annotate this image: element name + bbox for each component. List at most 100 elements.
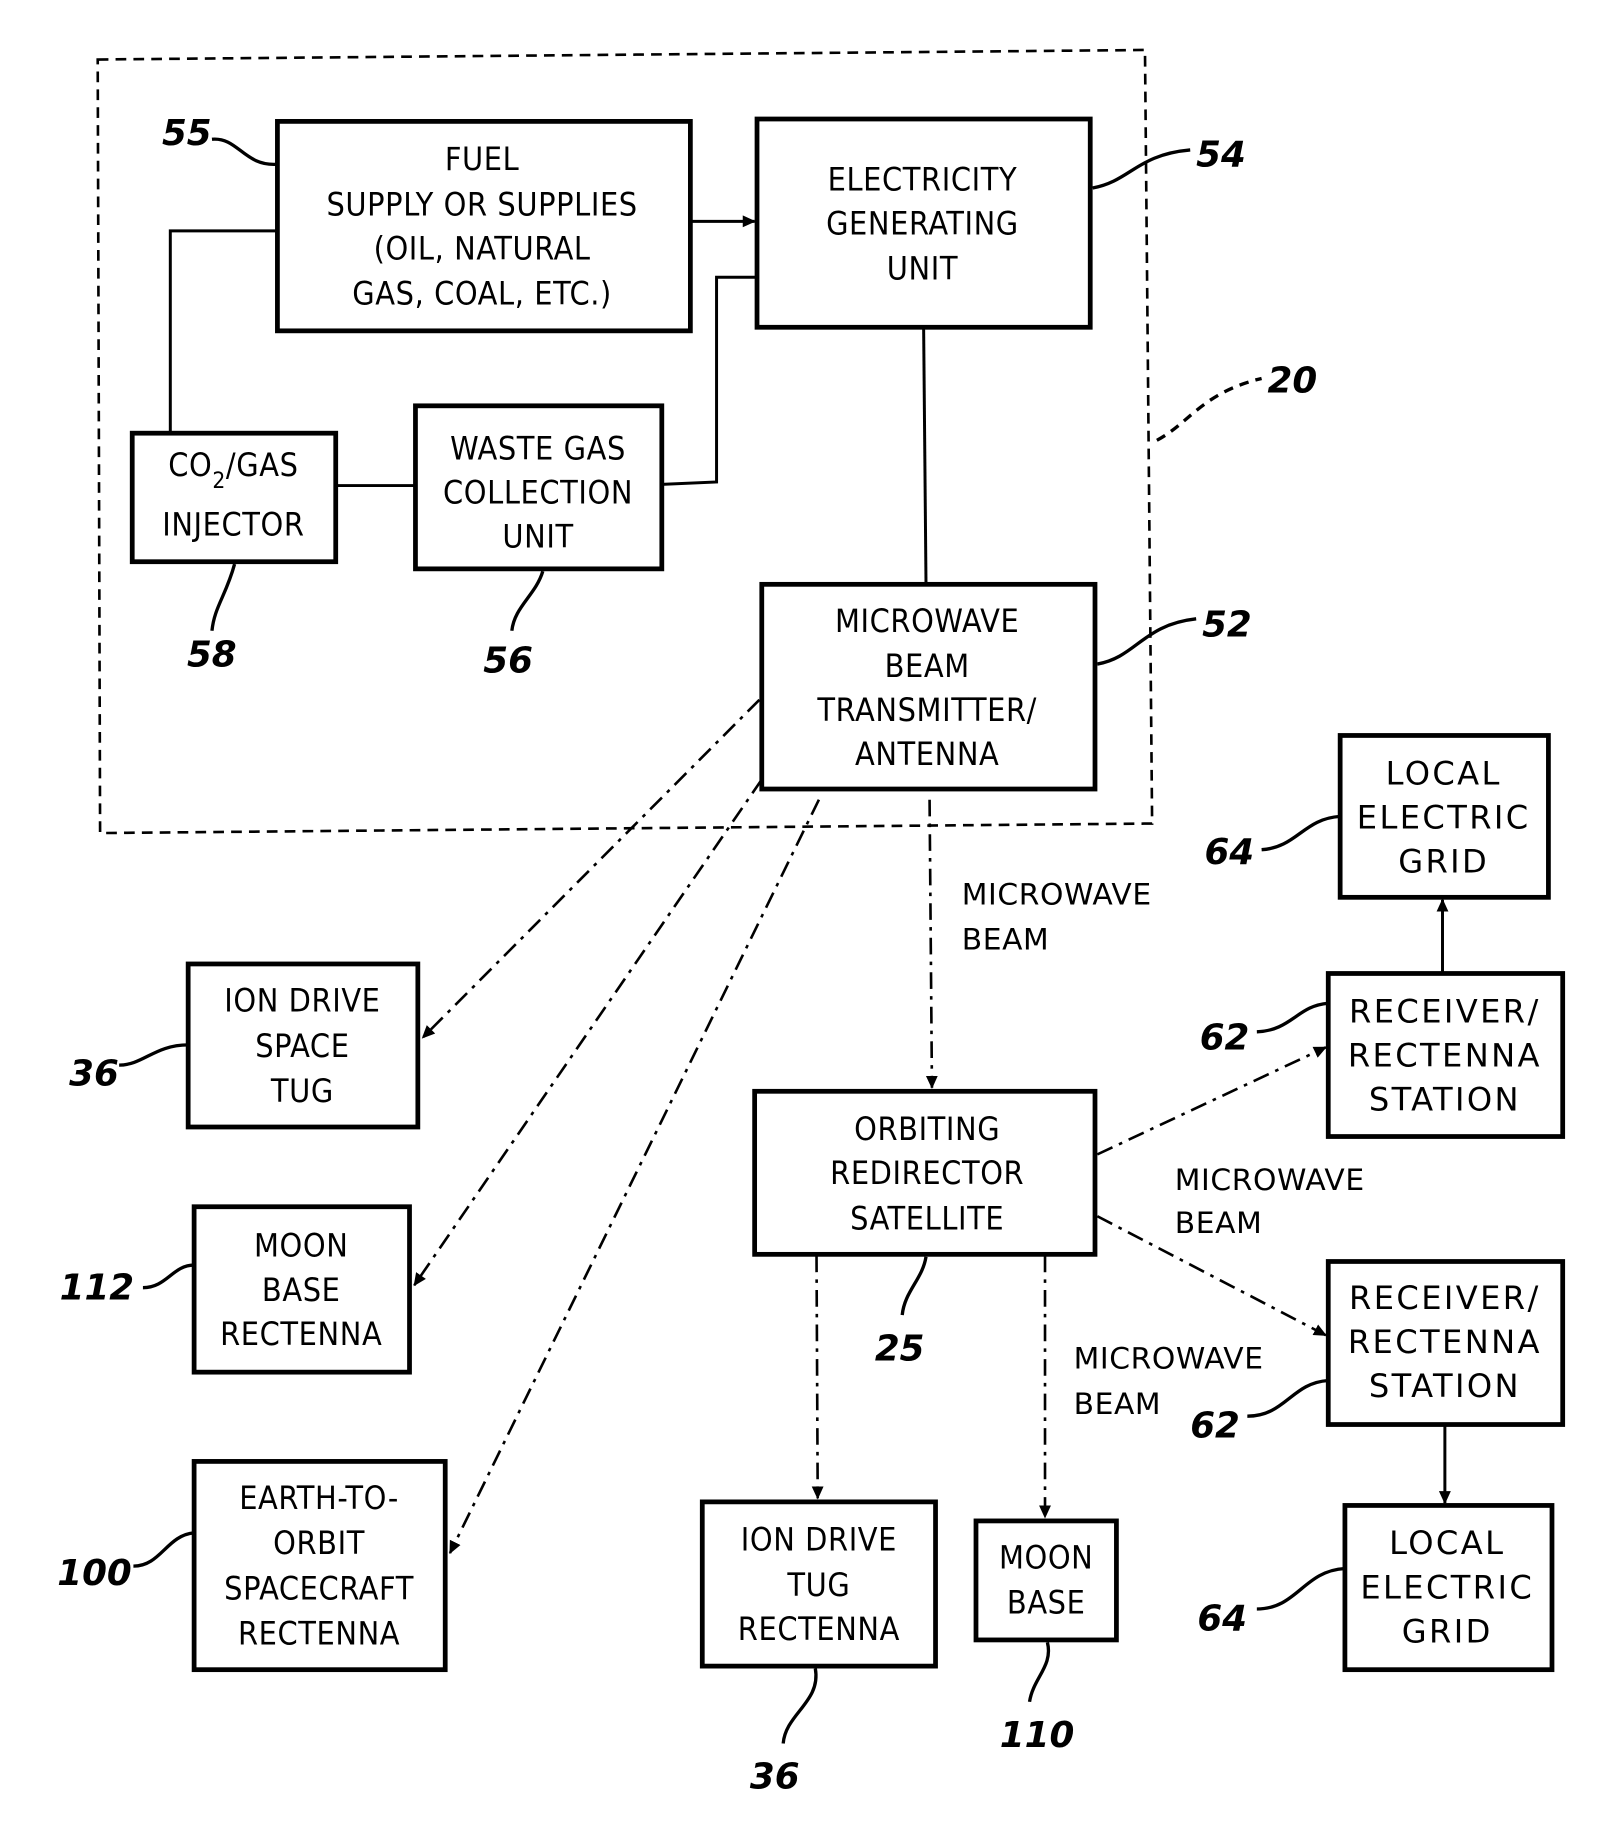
annotation-beam-to-satellite-line-2: BEAM	[962, 923, 1050, 958]
ref-number-58: 58	[187, 634, 237, 675]
beam-to-satellite	[925, 799, 938, 1089]
grid-bottom-line-1: LOCAL	[1389, 1524, 1505, 1562]
ref-number-55: 55	[162, 113, 212, 154]
ref-number-36-tug-rectenna: 36	[750, 1757, 800, 1798]
station-bottom-line-2: RECTENNA	[1348, 1323, 1542, 1361]
leader-line-112	[142, 1263, 195, 1290]
leader-line-54	[1092, 148, 1191, 190]
leader-line-20	[1156, 376, 1262, 442]
block-orbiting-redirector-satellite: ORBITING REDIRECTOR SATELLITE	[752, 1088, 1098, 1257]
eto-line-3: SPACECRAFT	[224, 1569, 414, 1607]
beam-to-tug-rectenna	[811, 1255, 824, 1500]
fuel-supply-line-2: SUPPLY OR SUPPLIES	[326, 185, 637, 223]
connector-egu-to-transmitter	[922, 327, 928, 585]
satellite-line-1: ORBITING	[854, 1110, 1000, 1148]
block-fuel-supply: FUEL SUPPLY OR SUPPLIES (OIL, NATURAL GA…	[275, 119, 693, 334]
tug-rectenna-line-3: RECTENNA	[738, 1610, 900, 1648]
eto-line-2: ORBIT	[273, 1524, 365, 1562]
ref-number-52: 52	[1202, 605, 1252, 646]
ref-number-110: 110	[1000, 1715, 1074, 1756]
block-microwave-beam-transmitter: MICROWAVE BEAM TRANSMITTER/ ANTENNA	[759, 581, 1098, 792]
ref-number-54: 54	[1196, 135, 1246, 176]
leader-line-110	[1027, 1641, 1051, 1703]
block-waste-gas-collection-unit: WASTE GAS COLLECTION UNIT	[413, 403, 665, 572]
egu-line-2: GENERATING	[826, 204, 1019, 242]
space-tug-line-2: SPACE	[255, 1027, 349, 1065]
transmitter-line-3: TRANSMITTER/	[816, 691, 1037, 729]
ref-number-20: 20	[1268, 361, 1318, 402]
station-bottom-line-1: RECEIVER/	[1349, 1279, 1541, 1317]
ref-number-112: 112	[60, 1268, 135, 1309]
block-ion-drive-tug-rectenna: ION DRIVE TUG RECTENNA	[699, 1499, 938, 1669]
station-bottom-line-3: STATION	[1369, 1367, 1521, 1405]
moon-base-rectenna-line-1: MOON	[254, 1227, 348, 1265]
satellite-line-2: REDIRECTOR	[830, 1154, 1024, 1192]
waste-gas-line-2: COLLECTION	[443, 473, 633, 511]
waste-gas-line-1: WASTE GAS	[450, 429, 626, 467]
moon-base-rectenna-line-2: BASE	[262, 1271, 341, 1309]
egu-line-1: ELECTRICITY	[828, 160, 1018, 198]
leader-line-25	[900, 1256, 928, 1316]
leader-line-52	[1097, 617, 1197, 666]
beam-to-moon-base-rectenna	[413, 778, 763, 1287]
annotation-beam-to-moon-base-line-1: MICROWAVE	[1074, 1342, 1264, 1377]
fuel-supply-line-4: GAS, COAL, ETC.)	[352, 275, 612, 313]
leader-line-55	[211, 137, 278, 166]
leader-line-58	[210, 563, 237, 631]
leader-line-62-bottom	[1247, 1378, 1329, 1418]
moon-base-rectenna-line-3: RECTENNA	[220, 1315, 382, 1353]
eto-line-4: RECTENNA	[238, 1615, 400, 1653]
block-ion-drive-space-tug: ION DRIVE SPACE TUG	[185, 961, 421, 1130]
grid-top-line-1: LOCAL	[1386, 754, 1502, 792]
annotation-beam-to-stations-line-1: MICROWAVE	[1175, 1163, 1365, 1198]
moon-base-line-2: BASE	[1007, 1584, 1086, 1622]
leader-line-100	[133, 1531, 195, 1568]
station-top-line-1: RECEIVER/	[1349, 992, 1541, 1030]
space-tug-line-3: TUG	[270, 1072, 334, 1110]
ref-number-64-top: 64	[1204, 832, 1254, 873]
block-co2-gas-injector: CO2/GAS INJECTOR	[129, 430, 339, 565]
annotation-beam-to-satellite-line-1: MICROWAVE	[962, 877, 1152, 912]
ref-number-62-top: 62	[1200, 1018, 1250, 1059]
eto-line-1: EARTH-TO-	[239, 1479, 399, 1517]
ref-number-62-bottom: 62	[1190, 1406, 1240, 1447]
transmitter-line-1: MICROWAVE	[835, 602, 1019, 640]
satellite-line-3: SATELLITE	[850, 1199, 1004, 1237]
moon-base-line-1: MOON	[999, 1539, 1093, 1577]
grid-top-line-2: ELECTRIC	[1357, 798, 1531, 836]
system-block-diagram: 20 FUEL SUPPLY OR SUPPLIES (OIL, NATURAL…	[57, 48, 1566, 1798]
annotation-beam-to-moon-base-line-2: BEAM	[1074, 1387, 1162, 1422]
ref-number-25: 25	[875, 1328, 925, 1369]
leader-line-64-top	[1261, 814, 1341, 852]
transmitter-line-2: BEAM	[885, 647, 970, 685]
tug-rectenna-line-1: ION DRIVE	[741, 1521, 897, 1559]
transmitter-line-4: ANTENNA	[855, 735, 999, 773]
beam-to-space-tug	[421, 698, 761, 1039]
ref-number-56: 56	[483, 640, 533, 681]
grid-bottom-line-2: ELECTRIC	[1360, 1568, 1534, 1606]
leader-line-62-top	[1256, 1001, 1329, 1034]
leader-line-64-bottom	[1256, 1566, 1346, 1611]
ref-number-64-bottom: 64	[1197, 1598, 1247, 1639]
ref-number-36-space-tug: 36	[69, 1053, 119, 1094]
leader-line-36-space-tug	[119, 1043, 189, 1067]
block-receiver-rectenna-station-top: RECEIVER/ RECTENNA STATION	[1325, 971, 1566, 1139]
block-local-electric-grid-bottom: LOCAL ELECTRIC GRID	[1342, 1503, 1555, 1673]
tug-rectenna-line-2: TUG	[786, 1566, 850, 1604]
connector-injector-to-fuel	[168, 229, 278, 434]
block-moon-base: MOON BASE	[973, 1518, 1119, 1643]
egu-line-3: UNIT	[887, 250, 958, 288]
fuel-supply-line-1: FUEL	[445, 140, 520, 178]
block-local-electric-grid-top: LOCAL ELECTRIC GRID	[1337, 733, 1551, 900]
space-tug-line-1: ION DRIVE	[224, 982, 380, 1020]
injector-line-2: INJECTOR	[162, 506, 304, 544]
fuel-supply-line-3: (OIL, NATURAL	[374, 229, 591, 267]
grid-bottom-line-3: GRID	[1402, 1612, 1493, 1650]
ref-number-100: 100	[57, 1553, 132, 1594]
block-earth-to-orbit-spacecraft-rectenna: EARTH-TO- ORBIT SPACECRAFT RECTENNA	[191, 1459, 448, 1673]
waste-gas-line-3: UNIT	[502, 517, 573, 555]
leader-line-36-tug-rectenna	[781, 1668, 818, 1744]
block-electricity-generating-unit: ELECTRICITY GENERATING UNIT	[754, 116, 1093, 330]
block-moon-base-rectenna: MOON BASE RECTENNA	[191, 1204, 412, 1375]
station-top-line-2: RECTENNA	[1348, 1036, 1542, 1074]
